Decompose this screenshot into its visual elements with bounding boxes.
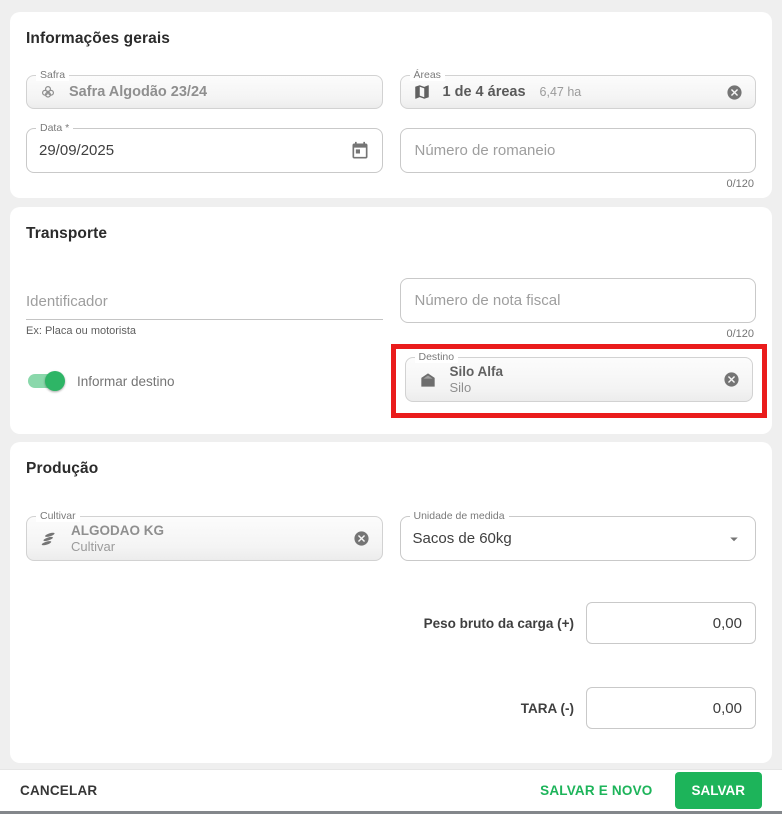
general-info-title: Informações gerais <box>26 30 756 48</box>
safra-label: Safra <box>36 69 69 81</box>
identifier-hint: Ex: Placa ou motorista <box>26 325 383 337</box>
romaneio-field-wrap: 0/120 <box>400 128 757 190</box>
invoice-input[interactable] <box>400 278 757 323</box>
production-card: Produção Cultivar ALGODAO KG Cultivar <box>10 442 772 763</box>
destination-toggle-row: Informar destino <box>26 374 383 389</box>
safra-value: Safra Algodão 23/24 <box>69 84 207 100</box>
date-field[interactable]: Data * 29/09/2025 <box>26 128 383 173</box>
areas-hectares: 6,47 ha <box>540 85 582 99</box>
destination-label: Destino <box>415 351 459 363</box>
destination-toggle[interactable] <box>28 374 62 388</box>
cancel-button[interactable]: CANCELAR <box>20 783 97 798</box>
tare-input[interactable] <box>586 687 756 729</box>
cultivar-text: ALGODAO KG Cultivar <box>71 522 164 555</box>
unit-select[interactable]: Unidade de medida Sacos de 60kg <box>400 516 757 561</box>
cultivar-field[interactable]: Cultivar ALGODAO KG Cultivar <box>26 516 383 561</box>
dropdown-arrow-icon <box>725 530 743 548</box>
destination-type: Silo <box>450 380 504 396</box>
gross-weight-row: Peso bruto da carga (+) <box>26 602 756 644</box>
gross-weight-label: Peso bruto da carga (+) <box>424 616 574 631</box>
calendar-icon[interactable] <box>350 141 370 161</box>
cultivar-clear-icon[interactable] <box>353 530 370 547</box>
transport-title: Transporte <box>26 225 756 243</box>
invoice-counter: 0/120 <box>400 328 755 340</box>
silo-icon <box>418 370 438 390</box>
annotation-highlight: Destino Silo Alfa Silo <box>391 344 768 418</box>
transport-card: Transporte Ex: Placa ou motorista 0/120 … <box>10 207 772 434</box>
toggle-knob <box>45 371 65 391</box>
invoice-field-wrap: 0/120 <box>400 278 757 340</box>
areas-label: Áreas <box>410 69 445 81</box>
romaneio-input[interactable] <box>400 128 757 173</box>
unit-value: Sacos de 60kg <box>413 530 512 547</box>
romaneio-counter: 0/120 <box>400 178 755 190</box>
save-and-new-button[interactable]: SALVAR E NOVO <box>540 783 652 798</box>
cotton-icon <box>39 83 57 101</box>
destination-clear-icon[interactable] <box>723 371 740 388</box>
map-icon <box>413 83 431 101</box>
general-info-card: Informações gerais Safra Safra Algodão 2… <box>10 12 772 198</box>
areas-clear-icon[interactable] <box>726 84 743 101</box>
identifier-field-wrap: Ex: Placa ou motorista <box>26 278 383 340</box>
gross-weight-input[interactable] <box>586 602 756 644</box>
cultivar-label: Cultivar <box>36 510 80 522</box>
unit-label: Unidade de medida <box>410 510 509 522</box>
date-label: Data * <box>36 122 73 134</box>
production-title: Produção <box>26 460 756 478</box>
cultivar-subtitle: Cultivar <box>71 539 164 555</box>
tare-label: TARA (-) <box>521 701 574 716</box>
cultivar-value: ALGODAO KG <box>71 522 164 540</box>
areas-value: 1 de 4 áreas <box>443 84 526 100</box>
areas-field[interactable]: Áreas 1 de 4 áreas 6,47 ha <box>400 75 757 109</box>
destination-toggle-label: Informar destino <box>77 374 175 389</box>
safra-field[interactable]: Safra Safra Algodão 23/24 <box>26 75 383 109</box>
action-bar: CANCELAR SALVAR E NOVO SALVAR <box>0 769 782 811</box>
date-value: 29/09/2025 <box>39 142 114 159</box>
destination-text: Silo Alfa Silo <box>450 363 504 396</box>
tare-row: TARA (-) <box>26 687 756 729</box>
identifier-input[interactable] <box>26 287 383 320</box>
destination-name: Silo Alfa <box>450 363 504 381</box>
seeds-icon <box>39 529 59 549</box>
save-button[interactable]: SALVAR <box>675 772 763 809</box>
destination-field[interactable]: Destino Silo Alfa Silo <box>405 357 754 402</box>
